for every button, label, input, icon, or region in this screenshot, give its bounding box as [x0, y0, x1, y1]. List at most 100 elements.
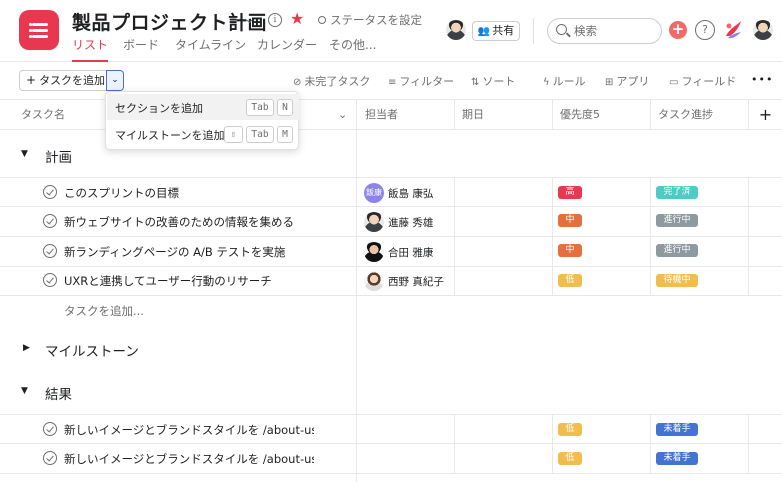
- add-task-button[interactable]: + タスクを追加: [19, 70, 106, 91]
- shortcut-key: Tab: [246, 99, 274, 116]
- task-row[interactable]: 新ランディングページの A/B テストを実施 合田 雅康 中 進行中: [0, 237, 782, 267]
- tab-calendar[interactable]: カレンダー: [257, 36, 317, 62]
- priority-badge[interactable]: 低: [558, 452, 582, 465]
- shortcut-key: Tab: [246, 126, 274, 143]
- fields-button[interactable]: ▭ フィールド: [669, 73, 736, 89]
- set-status-button[interactable]: ステータスを設定: [318, 12, 422, 28]
- task-row[interactable]: 新ウェブサイトの改善のための情報を集める 進藤 秀雄 中 進行中: [0, 207, 782, 237]
- people-icon: 👥: [477, 26, 491, 37]
- task-name[interactable]: 新ウェブサイトの改善のための情報を集める: [64, 214, 314, 230]
- assignee-name: 合田 雅康: [388, 247, 434, 259]
- create-button[interactable]: +: [669, 21, 687, 39]
- complete-task-checkbox[interactable]: [43, 185, 57, 199]
- apps-button[interactable]: ⊞ アプリ: [605, 73, 649, 89]
- priority-badge[interactable]: 高: [558, 186, 582, 199]
- progress-badge[interactable]: 進行中: [656, 214, 698, 227]
- add-task-dropdown-menu: セクションを追加 Tab N マイルストーンを追加 ⇧ Tab M: [105, 91, 299, 150]
- task-name[interactable]: 新しいイメージとブランドスタイルを /about-us に適用: [64, 451, 314, 467]
- caret-down-icon[interactable]: ▼: [21, 149, 28, 159]
- share-button[interactable]: 👥 共有: [472, 21, 520, 41]
- search-box[interactable]: [547, 18, 662, 44]
- caret-right-icon[interactable]: ▶: [23, 343, 30, 353]
- avatar: [364, 271, 384, 291]
- progress-badge[interactable]: 未着手: [656, 423, 698, 436]
- complete-task-checkbox[interactable]: [43, 214, 57, 228]
- complete-task-checkbox[interactable]: [43, 273, 57, 287]
- user-avatar[interactable]: [753, 20, 773, 40]
- task-name[interactable]: このスプリントの目標: [64, 185, 314, 201]
- grid-line: [650, 100, 651, 130]
- star-icon[interactable]: ★: [290, 9, 304, 28]
- task-name[interactable]: 新ランディングページの A/B テストを実施: [64, 244, 314, 260]
- task-row[interactable]: UXRと連携してユーザー行動のリサーチ 西野 真紀子 低 待機中: [0, 266, 782, 296]
- check-circle-icon: ⊘: [293, 77, 302, 88]
- task-row[interactable]: 新しいイメージとブランドスタイルを /about-us に適用 低 未着手: [0, 444, 782, 474]
- member-avatar[interactable]: [446, 20, 466, 40]
- column-chevron-icon[interactable]: ⌄: [338, 100, 356, 130]
- more-options-button[interactable]: •••: [751, 73, 773, 86]
- status-circle-icon: [318, 16, 326, 24]
- sort-button[interactable]: ⇅ ソート: [471, 73, 515, 89]
- task-name[interactable]: 新しいイメージとブランドスタイルを /about-us に適用: [64, 422, 314, 438]
- filter-button[interactable]: ≡ フィルター: [388, 73, 454, 89]
- avatar: 飯康: [364, 183, 384, 203]
- add-task-link[interactable]: タスクを追加...: [64, 303, 144, 319]
- grid-line: [748, 100, 749, 130]
- header-divider: [533, 18, 534, 44]
- progress-badge[interactable]: 未着手: [656, 452, 698, 465]
- section-header-results[interactable]: ▼ 結果: [0, 369, 356, 415]
- search-input[interactable]: [574, 23, 654, 39]
- menu-item-add-section[interactable]: セクションを追加 Tab N: [107, 94, 299, 120]
- shortcut-key: N: [277, 99, 293, 116]
- avatar: [364, 212, 384, 232]
- assignee-name: 西野 真紀子: [388, 276, 444, 288]
- filter-icon: ≡: [388, 77, 397, 88]
- priority-badge[interactable]: 低: [558, 274, 582, 287]
- task-name[interactable]: UXRと連携してユーザー行動のリサーチ: [64, 273, 314, 289]
- column-header-due-date[interactable]: 期日: [455, 100, 553, 130]
- avatar: [364, 242, 384, 262]
- tab-more[interactable]: その他...: [329, 36, 376, 62]
- priority-badge[interactable]: 中: [558, 244, 582, 257]
- tab-timeline[interactable]: タイムライン: [175, 36, 246, 62]
- add-column-button[interactable]: +: [749, 100, 782, 130]
- plus-icon: +: [26, 73, 37, 87]
- section-header-milestones[interactable]: ▶ マイルストーン: [0, 326, 356, 372]
- caret-down-icon[interactable]: ▼: [21, 386, 28, 396]
- task-row[interactable]: 新しいイメージとブランドスタイルを /about-us に適用 低 未着手: [0, 414, 782, 444]
- help-button[interactable]: ?: [695, 20, 715, 40]
- project-list-icon[interactable]: [19, 10, 59, 50]
- info-icon[interactable]: i: [268, 13, 282, 27]
- search-icon: [556, 24, 567, 35]
- chevron-down-icon[interactable]: ⌄: [244, 12, 255, 27]
- project-title[interactable]: 製品プロジェクト計画: [72, 8, 267, 35]
- incomplete-tasks-filter[interactable]: ⊘ 未完了タスク: [293, 73, 370, 89]
- progress-badge[interactable]: 完了済: [656, 186, 698, 199]
- column-header-assignee[interactable]: 担当者: [357, 100, 455, 130]
- apps-grid-icon: ⊞: [605, 77, 614, 88]
- column-header-progress[interactable]: タスク進捗: [651, 100, 749, 130]
- priority-badge[interactable]: 低: [558, 423, 582, 436]
- rules-button[interactable]: ϟ ルール: [543, 73, 586, 89]
- grid-line: [552, 100, 553, 130]
- sort-icon: ⇅: [471, 77, 480, 88]
- shortcut-key: M: [277, 126, 293, 143]
- complete-task-checkbox[interactable]: [43, 244, 57, 258]
- tab-board[interactable]: ボード: [123, 36, 159, 62]
- progress-badge[interactable]: 待機中: [656, 274, 698, 287]
- menu-item-add-milestone[interactable]: マイルストーンを追加 ⇧ Tab M: [107, 121, 299, 147]
- priority-badge[interactable]: 中: [558, 214, 582, 227]
- add-task-dropdown-toggle[interactable]: ⌄: [106, 70, 124, 91]
- progress-badge[interactable]: 進行中: [656, 244, 698, 257]
- tab-list[interactable]: リスト: [72, 36, 109, 62]
- column-header-priority[interactable]: 優先度5: [553, 100, 651, 130]
- task-row[interactable]: このスプリントの目標 飯康 飯島 康弘 高 完了済: [0, 177, 782, 207]
- lightning-icon: ϟ: [543, 77, 550, 88]
- assignee-name: 飯島 康弘: [388, 188, 434, 200]
- shift-key-icon: ⇧: [224, 126, 243, 143]
- project-header: 製品プロジェクト計画 ⌄ i ★ ステータスを設定 リスト ボード タイムライン…: [0, 0, 782, 62]
- complete-task-checkbox[interactable]: [43, 422, 57, 436]
- asana-bird-icon[interactable]: [722, 18, 744, 42]
- grid-line: [454, 100, 455, 130]
- complete-task-checkbox[interactable]: [43, 451, 57, 465]
